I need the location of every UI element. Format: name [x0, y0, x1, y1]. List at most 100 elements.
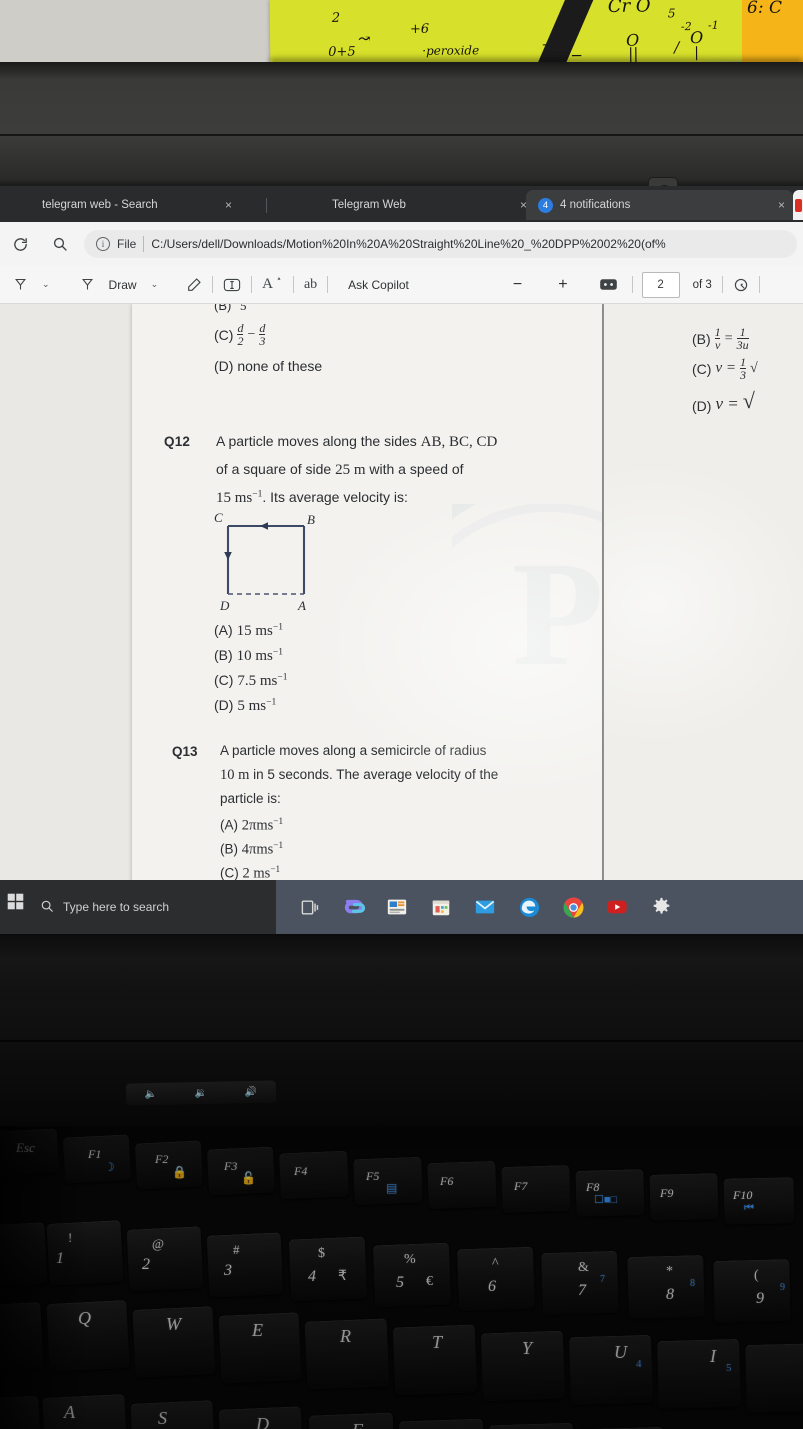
- tab-close-icon[interactable]: ×: [768, 198, 785, 212]
- key-esc-label: Esc: [16, 1140, 35, 1155]
- browser-tab-0[interactable]: telegram web - Search ×: [30, 190, 240, 220]
- q12-option-a: (A) 15 ms−1: [214, 622, 283, 640]
- draw-pen-icon[interactable]: [73, 272, 102, 298]
- windows-start-icon[interactable]: [0, 886, 30, 916]
- reload-icon[interactable]: [0, 236, 40, 253]
- key-s[interactable]: [130, 1400, 216, 1429]
- denominator: 3: [739, 368, 746, 383]
- key-5-shift-label: %: [404, 1252, 416, 1267]
- highlighter-chevron-down-icon[interactable]: ⌄: [35, 272, 57, 298]
- translate-icon[interactable]: ab: [297, 272, 324, 298]
- key-f2[interactable]: [134, 1140, 204, 1190]
- key-3[interactable]: [206, 1232, 284, 1298]
- fraction-third: 1 3: [739, 355, 746, 383]
- browser-tab-1[interactable]: Telegram Web ×: [280, 190, 535, 220]
- arrow-left-down: [224, 552, 232, 560]
- ask-copilot-button[interactable]: Ask Copilot: [341, 272, 416, 298]
- key-h[interactable]: [488, 1422, 576, 1429]
- zoom-in-button[interactable]: +: [551, 272, 574, 298]
- key-backtick[interactable]: [0, 1222, 48, 1288]
- key-u-label: U: [614, 1342, 627, 1362]
- sticky-note-green: |2 2 ] ↝ +6 0+5 ·peroxide -10 − · Cr O 5…: [269, 0, 746, 67]
- key-7-label: 7: [578, 1282, 586, 1299]
- handwriting-fragment: ↝: [357, 29, 371, 48]
- omnibox-divider: [143, 236, 145, 252]
- display-switch-icon: ☐■□: [594, 1194, 618, 1206]
- equals-sign: =: [724, 330, 733, 346]
- chrome-icon[interactable]: [560, 894, 586, 920]
- tab-close-icon[interactable]: ×: [215, 198, 232, 212]
- denominator: 2: [237, 334, 244, 349]
- handwriting-fragment: /: [674, 38, 680, 57]
- site-info-icon[interactable]: i: [96, 237, 110, 251]
- page-number-input[interactable]: 2: [641, 271, 680, 298]
- key-capslock[interactable]: [0, 1395, 42, 1429]
- highlighter-icon[interactable]: [6, 272, 35, 298]
- key-a[interactable]: [42, 1394, 128, 1429]
- copilot-icon[interactable]: [340, 894, 366, 920]
- key-6-label: 6: [488, 1278, 496, 1295]
- key-tab[interactable]: [0, 1302, 44, 1372]
- arrow-top-left: [260, 522, 268, 530]
- numpad-7-label: 7: [600, 1274, 605, 1285]
- option-d-none: (D) none of these: [214, 358, 323, 374]
- laptop-palmrest: [0, 1000, 803, 1130]
- right-option-b: (B) 1 v = 1 3u: [692, 326, 749, 352]
- bezel-edge-top: [0, 134, 803, 136]
- fit-to-width-icon[interactable]: [593, 272, 624, 298]
- store-icon[interactable]: [428, 894, 454, 920]
- read-aloud-icon[interactable]: A: [255, 272, 290, 298]
- key-f-label: F: [352, 1420, 363, 1429]
- key-g[interactable]: [398, 1418, 486, 1429]
- text-selection-icon[interactable]: [216, 272, 248, 298]
- key-u[interactable]: [568, 1334, 654, 1406]
- task-view-icon[interactable]: [296, 894, 322, 920]
- browser-tab-2[interactable]: 4 4 notifications ×: [526, 190, 793, 220]
- key-2[interactable]: [126, 1226, 204, 1292]
- key-f6-label: F6: [440, 1174, 454, 1188]
- key-o[interactable]: [745, 1343, 803, 1413]
- key-f6[interactable]: [427, 1160, 497, 1210]
- tab-close-icon[interactable]: ×: [510, 198, 527, 212]
- settings-gear-icon[interactable]: [648, 894, 674, 920]
- mail-icon[interactable]: [472, 894, 498, 920]
- numerator: d: [237, 321, 244, 335]
- numerator: 1: [739, 355, 746, 369]
- edge-icon[interactable]: [516, 894, 542, 920]
- option-label: (A): [214, 622, 233, 638]
- wall-background: |2 2 ] ↝ +6 0+5 ·peroxide -10 − · Cr O 5…: [0, 0, 803, 67]
- eraser-icon[interactable]: [179, 272, 209, 298]
- key-3-label: 3: [224, 1262, 232, 1279]
- pdf-document-area[interactable]: P (B) 5 (C) d 2 − d 3 (D) none of these …: [0, 304, 803, 934]
- key-9-label: 9: [756, 1290, 764, 1307]
- partial-glyph: √: [749, 360, 758, 376]
- address-bar[interactable]: i File C:/Users/dell/Downloads/Motion%20…: [84, 230, 797, 258]
- key-i-label: I: [710, 1346, 716, 1366]
- laptop-keyboard[interactable]: Esc F1 ☽ F2 🔒 F3 🔓 F4 F5 ▤ F6 F7 F8 ☐■□ …: [0, 1126, 803, 1429]
- rotate-icon[interactable]: [726, 272, 756, 298]
- pdf-viewer-toolbar: ⌄ Draw ⌄ A ab Ask Copilot − + 2 of 3: [0, 266, 803, 304]
- key-i[interactable]: [657, 1338, 741, 1410]
- question-13-line-3: particle is:: [220, 791, 281, 806]
- zoom-out-button[interactable]: −: [506, 272, 529, 298]
- option-c-label: (C): [214, 326, 234, 343]
- key-f4[interactable]: [279, 1150, 349, 1200]
- numerator: 1: [739, 325, 746, 339]
- volume-down-led: 🔉: [194, 1087, 208, 1099]
- browser-tab-next-partial[interactable]: [793, 190, 803, 220]
- option-label: (C): [214, 672, 234, 688]
- news-icon[interactable]: [384, 894, 410, 920]
- taskbar-search-box[interactable]: Type here to search: [30, 880, 276, 934]
- youtube-icon[interactable]: [604, 894, 630, 920]
- key-y-label: Y: [522, 1338, 533, 1358]
- key-4[interactable]: [288, 1236, 368, 1302]
- draw-label[interactable]: Draw: [102, 272, 144, 298]
- q12-speed: 15 ms: [216, 490, 253, 506]
- question-12-line-1: A particle moves along the sides AB, BC,…: [216, 433, 497, 451]
- search-icon[interactable]: [40, 236, 80, 252]
- url-text: C:/Users/dell/Downloads/Motion%20In%20A%…: [151, 237, 666, 251]
- draw-chevron-down-icon[interactable]: ⌄: [144, 272, 166, 298]
- q12-text-d: . Its average velocity is:: [262, 489, 408, 505]
- key-f7[interactable]: [501, 1164, 571, 1214]
- option-exponent: −1: [272, 622, 283, 633]
